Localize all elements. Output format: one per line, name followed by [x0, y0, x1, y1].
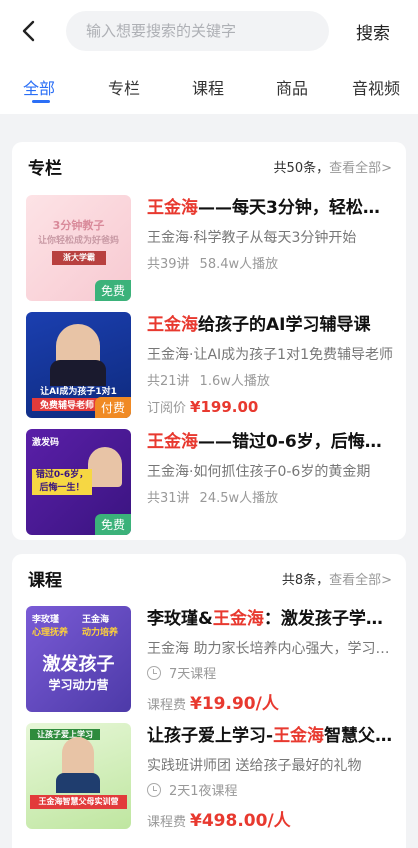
title-highlight: 王金海 — [273, 726, 325, 746]
search-input[interactable]: 输入想要搜索的关键字 — [66, 11, 329, 51]
free-badge: 免费 — [94, 280, 131, 301]
list-item[interactable]: 让孩子爱上学习 王金海智慧父母实训营 让孩子爱上学习-王金海智慧父母实训营 实践… — [26, 723, 396, 831]
top-bar: 输入想要搜索的关键字 搜索 — [0, 0, 418, 62]
clock-icon — [147, 665, 161, 680]
price: ¥19.90/人 — [190, 694, 279, 714]
price-label: 订阅价 — [147, 401, 187, 416]
cover-name-2: 王金海 — [82, 615, 110, 625]
active-tab-indicator — [32, 100, 50, 103]
cover-image: 李玫瑾 心理抚养 王金海 动力培养 激发孩子 学习动力营 — [26, 606, 131, 712]
free-badge: 免费 — [94, 514, 131, 535]
item-description: 王金海·如何抓住孩子0-6岁的黄金期 — [147, 464, 371, 480]
tab-products[interactable]: 商品 — [276, 75, 308, 99]
duration-text: 7天课程 — [169, 667, 217, 682]
list-item[interactable]: 3分钟教子 让你轻松成为好爸妈 浙大学霸 免费 王金海——每天3分钟，轻松成为好… — [26, 195, 396, 301]
view-all-link[interactable]: 共8条，查看全部> — [282, 569, 392, 588]
cover-image: 让孩子爱上学习 王金海智慧父母实训营 — [26, 723, 131, 829]
item-description: 王金海·科学教子从每天3分钟开始 — [147, 230, 357, 246]
tab-columns[interactable]: 专栏 — [108, 75, 140, 99]
tab-all[interactable]: 全部 — [23, 75, 55, 99]
item-title: 王金海——错过0-6岁，后悔一生！ — [147, 429, 396, 455]
cover-suit — [50, 360, 106, 386]
course-duration: 2天1夜课程 — [147, 780, 396, 799]
lesson-count: 共39讲 — [147, 257, 190, 272]
lesson-count: 共21讲 — [147, 374, 190, 389]
item-stats: 共39讲 58.4w人播放 — [147, 253, 396, 272]
view-all-label: 查看全部> — [329, 161, 392, 176]
list-item[interactable]: 激发码 错过0-6岁，后悔一生！ 免费 王金海——错过0-6岁，后悔一生！ 王金… — [26, 429, 396, 535]
cover-portrait — [62, 737, 94, 777]
item-title: 王金海给孩子的AI学习辅导课 — [147, 312, 396, 338]
cover-portrait — [88, 447, 122, 487]
price-line: 课程费 ¥19.90/人 — [147, 689, 396, 714]
duration-text: 2天1夜课程 — [169, 784, 238, 799]
title-rest: ——每天3分钟，轻松成为好爸妈 — [198, 198, 396, 218]
cover-title: 激发孩子 — [42, 654, 115, 675]
title-highlight: 王金海 — [147, 432, 198, 452]
cover-title: 让AI成为孩子1对1 — [40, 387, 117, 397]
title-prefix: 让孩子爱上学习- — [147, 726, 274, 746]
cover-image: 让AI成为孩子1对1 免费辅导老师 付费 — [26, 312, 131, 418]
section-title: 课程 — [28, 571, 62, 591]
result-count: 共50条， — [273, 161, 330, 176]
item-description: 王金海·让AI成为孩子1对1免费辅导老师 — [147, 347, 393, 363]
item-title: 让孩子爱上学习-王金海智慧父母实训营 — [147, 723, 396, 749]
price-line: 课程费 ¥498.00/人 — [147, 806, 396, 831]
title-rest: 给孩子的AI学习辅导课 — [198, 315, 371, 335]
cover-image: 激发码 错过0-6岁，后悔一生！ 免费 — [26, 429, 131, 535]
list-item[interactable]: 让AI成为孩子1对1 免费辅导老师 付费 王金海给孩子的AI学习辅导课 王金海·… — [26, 312, 396, 418]
tab-bar: 全部 专栏 课程 商品 音视频 — [0, 62, 418, 114]
back-icon[interactable] — [14, 16, 44, 46]
list-item[interactable]: 李玫瑾 心理抚养 王金海 动力培养 激发孩子 学习动力营 李玫瑾&王金海：激发孩… — [26, 606, 396, 714]
item-title: 李玫瑾&王金海：激发孩子学习动力营 — [147, 606, 396, 632]
cover-name-1: 李玫瑾 — [32, 615, 60, 625]
tab-courses[interactable]: 课程 — [192, 75, 224, 99]
price-label: 课程费 — [147, 815, 187, 830]
cover-title: 错过0-6岁，后悔一生！ — [32, 469, 92, 495]
cover-tag-2: 动力培养 — [82, 628, 119, 638]
cover-brand: 激发码 — [32, 438, 60, 448]
cover-subtitle: 免费辅导老师 — [32, 398, 102, 411]
item-stats: 共31讲 24.5w人播放 — [147, 487, 396, 506]
cover-subtitle: 让孩子爱上学习 — [30, 729, 100, 740]
cover-image: 3分钟教子 让你轻松成为好爸妈 浙大学霸 免费 — [26, 195, 131, 301]
play-count: 1.6w人播放 — [199, 374, 270, 389]
cover-tag-1: 心理抚养 — [32, 628, 69, 638]
title-rest: 智慧父母实训营 — [324, 726, 396, 746]
cover-title: 3分钟教子 — [52, 219, 105, 232]
item-description: 王金海 助力家长培养内心强大，学习动力 — [147, 641, 396, 657]
price: ¥498.00/人 — [190, 811, 291, 831]
item-title: 王金海——每天3分钟，轻松成为好爸妈 — [147, 195, 396, 221]
view-all-label: 查看全部> — [329, 573, 392, 588]
section-title: 专栏 — [28, 159, 62, 179]
title-prefix: 李玫瑾& — [147, 609, 213, 629]
title-highlight: 王金海 — [212, 609, 264, 629]
courses-section: 课程 共8条，查看全部> 李玫瑾 心理抚养 王金海 动力培养 激发孩子 学习动力… — [12, 554, 406, 848]
search-button[interactable]: 搜索 — [356, 19, 390, 44]
lesson-count: 共31讲 — [147, 491, 190, 506]
play-count: 58.4w人播放 — [199, 257, 279, 272]
cover-title: 王金海智慧父母实训营 — [30, 795, 127, 809]
cover-tag: 浙大学霸 — [52, 251, 106, 265]
course-duration: 7天课程 — [147, 663, 396, 682]
title-highlight: 王金海 — [147, 315, 198, 335]
item-description: 实践班讲师团 送给孩子最好的礼物 — [147, 758, 362, 774]
price: ¥199.00 — [190, 398, 259, 416]
title-highlight: 王金海 — [147, 198, 198, 218]
cover-subtitle: 学习动力营 — [48, 678, 109, 692]
title-rest: ——错过0-6岁，后悔一生！ — [198, 432, 396, 452]
title-rest: ：激发孩子学习动力营 — [263, 609, 396, 629]
columns-section: 专栏 共50条，查看全部> 3分钟教子 让你轻松成为好爸妈 浙大学霸 免费 王金… — [12, 142, 406, 540]
play-count: 24.5w人播放 — [199, 491, 279, 506]
price-line: 订阅价 ¥199.00 — [147, 397, 396, 416]
clock-icon — [147, 782, 161, 797]
price-label: 课程费 — [147, 698, 187, 713]
item-stats: 共21讲 1.6w人播放 — [147, 370, 396, 389]
cover-suit — [56, 773, 100, 793]
paid-badge: 付费 — [94, 397, 131, 418]
result-count: 共8条， — [281, 573, 330, 588]
cover-subtitle: 让你轻松成为好爸妈 — [37, 236, 119, 246]
view-all-link[interactable]: 共50条，查看全部> — [274, 157, 392, 176]
tab-audio-video[interactable]: 音视频 — [352, 75, 400, 99]
